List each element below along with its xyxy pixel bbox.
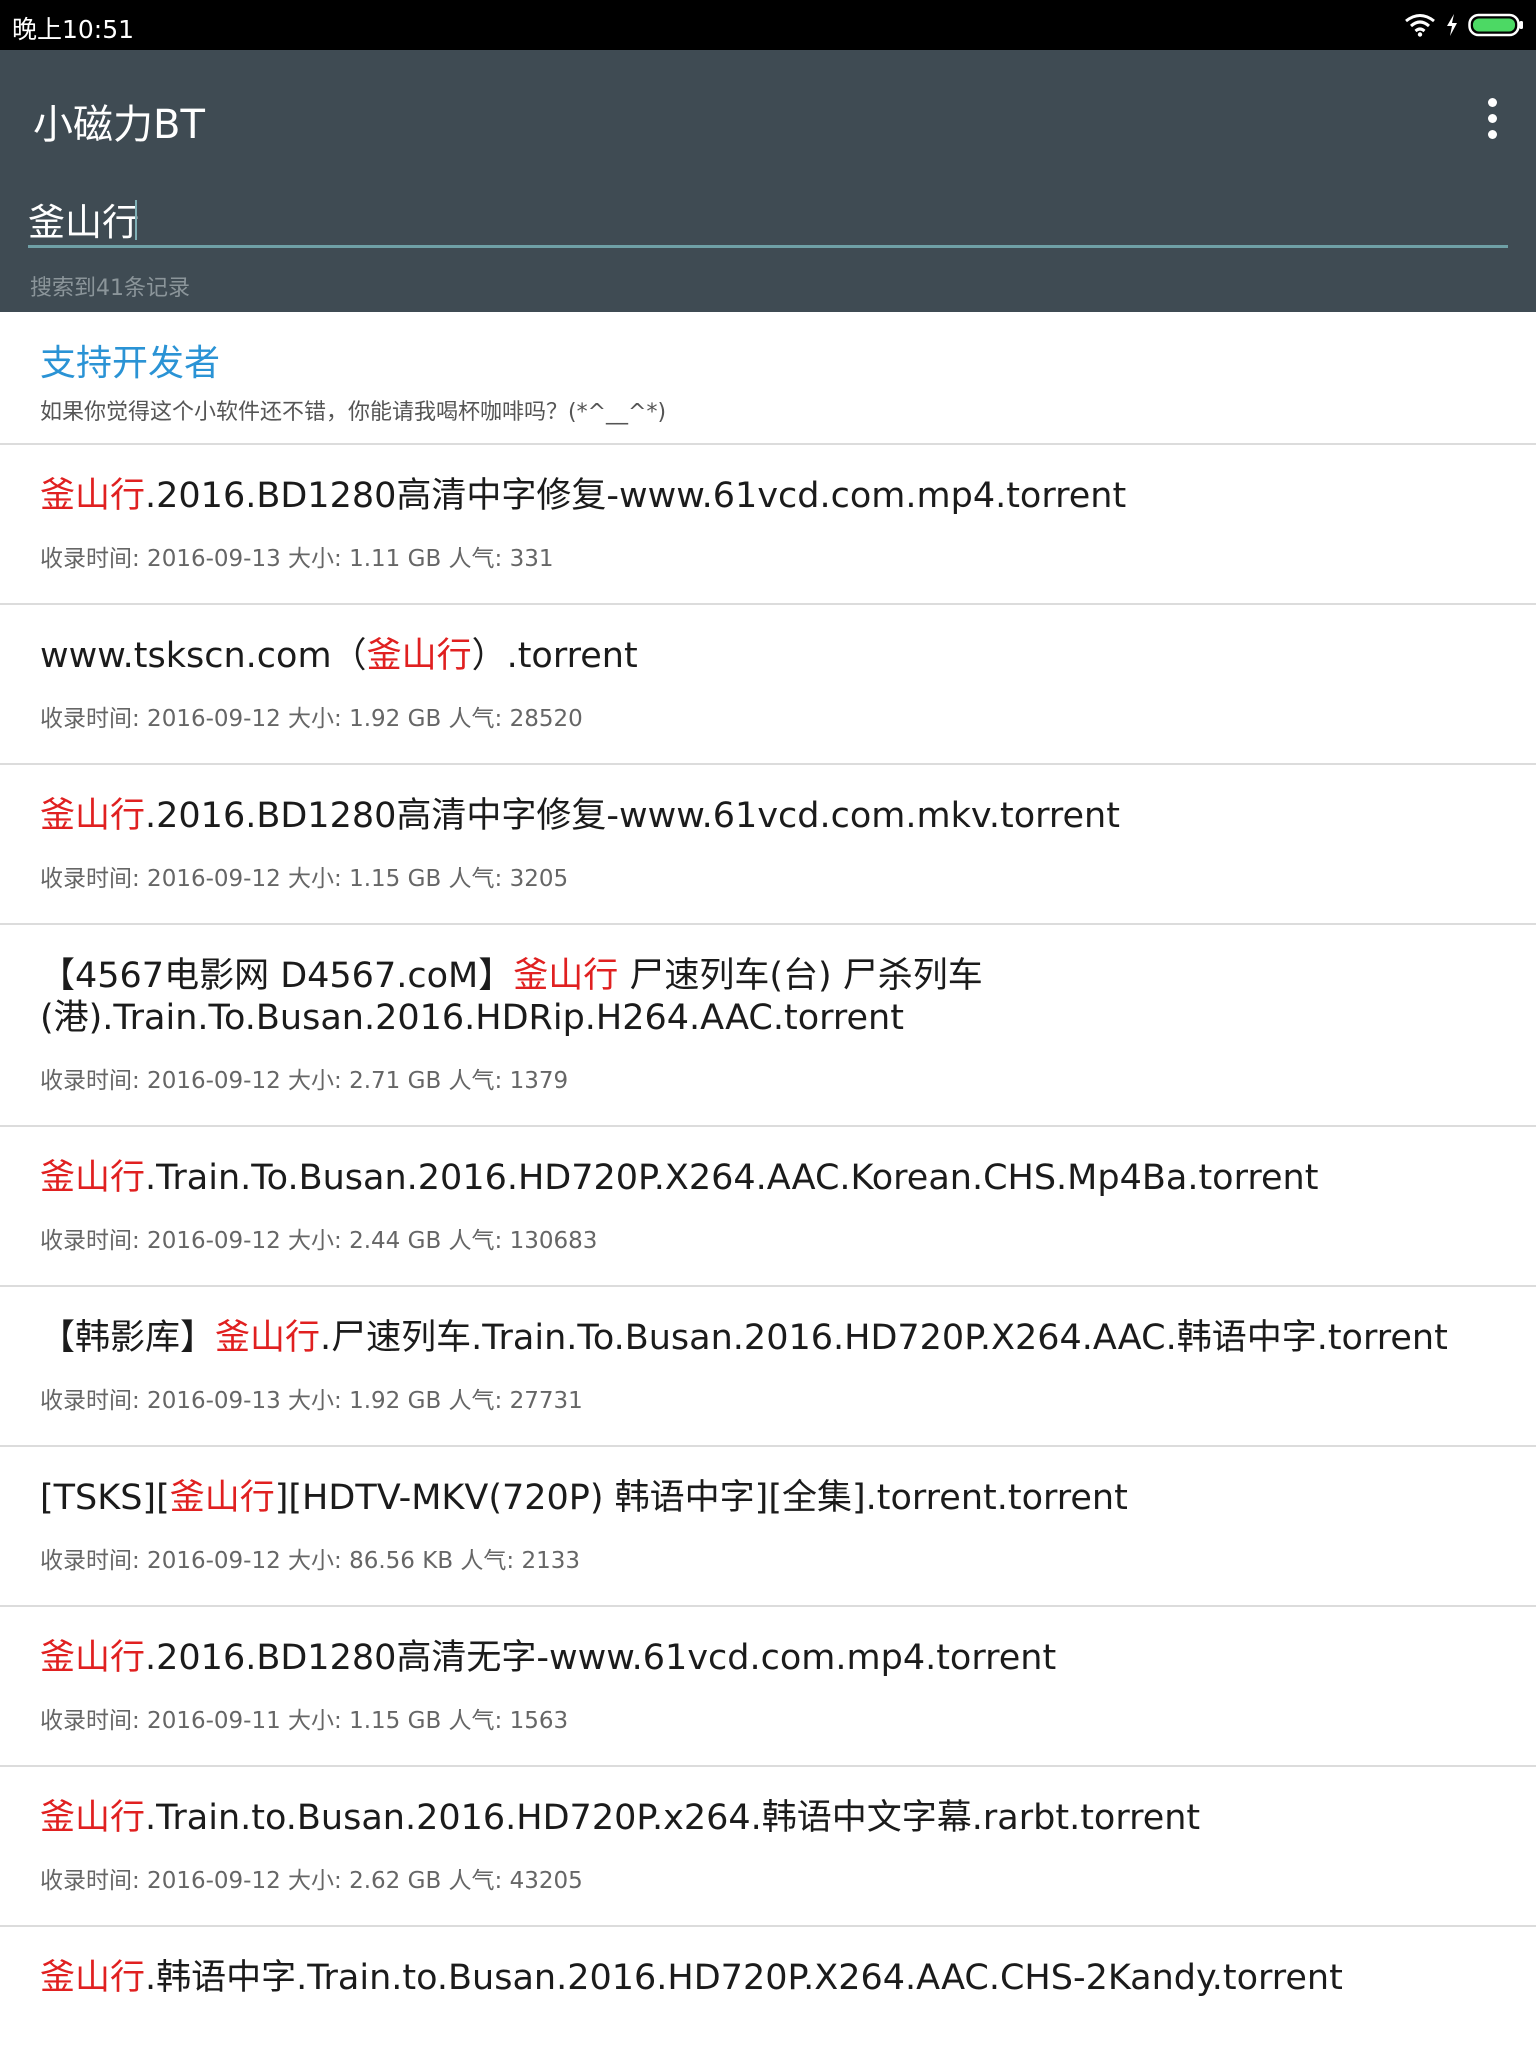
keyword-highlight: 釜山行 <box>40 1638 146 1678</box>
status-icons <box>1404 11 1524 39</box>
keyword-highlight: 釜山行 <box>169 1478 275 1518</box>
list-item[interactable]: 釜山行.韩语中字.Train.to.Busan.2016.HD720P.X264… <box>0 1927 1536 2048</box>
charging-icon <box>1447 14 1457 36</box>
wifi-icon <box>1405 14 1435 37</box>
text-caret <box>135 200 137 240</box>
list-item[interactable]: www.tskscn.com（釜山行）.torrent 收录时间: 2016-09… <box>0 605 1536 765</box>
result-title: 釜山行.Train.to.Busan.2016.HD720P.x264.韩语中文… <box>40 1767 1496 1839</box>
result-title: 釜山行.韩语中字.Train.to.Busan.2016.HD720P.X264… <box>40 1927 1496 1999</box>
result-title: 【韩影库】釜山行.尸速列车.Train.To.Busan.2016.HD720P… <box>40 1287 1496 1359</box>
result-title: www.tskscn.com（釜山行）.torrent <box>40 605 1496 677</box>
result-meta: 收录时间: 2016-09-12 大小: 86.56 KB 人气: 2133 <box>40 1548 581 1574</box>
list-item[interactable]: 釜山行.2016.BD1280高清无字-www.61vcd.com.mp4.to… <box>0 1607 1536 1767</box>
list-item[interactable]: 【4567电影网 D4567.coM】釜山行 尸速列车(台) 尸杀列车(港).T… <box>0 925 1536 1127</box>
result-title: 釜山行.2016.BD1280高清中字修复-www.61vcd.com.mkv.… <box>40 765 1496 837</box>
status-time: 晚上10:51 <box>12 15 135 44</box>
result-meta: 收录时间: 2016-09-12 大小: 2.71 GB 人气: 1379 <box>40 1068 569 1094</box>
app-bar: 小磁力BT 搜索到41条记录 <box>0 50 1536 312</box>
title-text: .2016.BD1280高清无字-www.61vcd.com.mp4.torre… <box>145 1638 1057 1678</box>
keyword-highlight: 釜山行 <box>40 476 146 516</box>
list-item[interactable]: 釜山行.2016.BD1280高清中字修复-www.61vcd.com.mp4.… <box>0 445 1536 605</box>
keyword-highlight: 釜山行 <box>40 796 146 836</box>
title-text: ）.torrent <box>471 636 638 676</box>
result-meta: 收录时间: 2016-09-12 大小: 1.92 GB 人气: 28520 <box>40 706 583 732</box>
title-text: ][HDTV-MKV(720P) 韩语中字][全集].torrent.torre… <box>274 1478 1128 1518</box>
title-text: 【韩影库】 <box>40 1318 216 1358</box>
search-result-count: 搜索到41条记录 <box>30 276 190 301</box>
app-title: 小磁力BT <box>33 102 205 148</box>
list-item[interactable]: 釜山行.Train.to.Busan.2016.HD720P.x264.韩语中文… <box>0 1767 1536 1927</box>
status-bar: 晚上10:51 <box>0 0 1536 50</box>
result-meta: 收录时间: 2016-09-13 大小: 1.11 GB 人气: 331 <box>40 546 554 572</box>
title-text: .尸速列车.Train.To.Busan.2016.HD720P.X264.AA… <box>320 1318 1448 1358</box>
result-list[interactable]: 支持开发者 如果你觉得这个小软件还不错，你能请我喝杯咖啡吗？(*^__^*) 釜… <box>0 312 1536 2048</box>
title-text: .Train.to.Busan.2016.HD720P.x264.韩语中文字幕.… <box>145 1798 1201 1838</box>
keyword-highlight: 釜山行 <box>513 956 619 996</box>
more-vert-icon[interactable] <box>1468 90 1516 146</box>
result-title: 釜山行.Train.To.Busan.2016.HD720P.X264.AAC.… <box>40 1127 1496 1199</box>
result-meta: 收录时间: 2016-09-13 大小: 1.92 GB 人气: 27731 <box>40 1388 583 1414</box>
result-title: 【4567电影网 D4567.coM】釜山行 尸速列车(台) 尸杀列车(港).T… <box>40 925 1496 1039</box>
result-title: 釜山行.2016.BD1280高清中字修复-www.61vcd.com.mp4.… <box>40 445 1496 517</box>
list-item[interactable]: 釜山行.2016.BD1280高清中字修复-www.61vcd.com.mkv.… <box>0 765 1536 925</box>
result-meta: 收录时间: 2016-09-12 大小: 1.15 GB 人气: 3205 <box>40 866 569 892</box>
search-input[interactable] <box>28 192 1508 248</box>
title-text: .韩语中字.Train.to.Busan.2016.HD720P.X264.AA… <box>145 1958 1343 1998</box>
battery-icon <box>1468 13 1523 37</box>
keyword-highlight: 釜山行 <box>366 636 472 676</box>
support-developer-card[interactable]: 支持开发者 如果你觉得这个小软件还不错，你能请我喝杯咖啡吗？(*^__^*) <box>0 312 1536 445</box>
title-text: .2016.BD1280高清中字修复-www.61vcd.com.mkv.tor… <box>145 796 1120 836</box>
title-text: .Train.To.Busan.2016.HD720P.X264.AAC.Kor… <box>145 1158 1319 1198</box>
result-title: [TSKS][釜山行][HDTV-MKV(720P) 韩语中字][全集].tor… <box>40 1447 1496 1519</box>
title-text: 【4567电影网 D4567.coM】 <box>40 956 514 996</box>
keyword-highlight: 釜山行 <box>40 1798 146 1838</box>
title-text: [TSKS][ <box>40 1478 170 1518</box>
result-meta: 收录时间: 2016-09-12 大小: 2.44 GB 人气: 130683 <box>40 1228 598 1254</box>
result-title: 釜山行.2016.BD1280高清无字-www.61vcd.com.mp4.to… <box>40 1607 1496 1679</box>
list-item[interactable]: 【韩影库】釜山行.尸速列车.Train.To.Busan.2016.HD720P… <box>0 1287 1536 1447</box>
support-description: 如果你觉得这个小软件还不错，你能请我喝杯咖啡吗？(*^__^*) <box>40 400 667 425</box>
result-meta: 收录时间: 2016-09-12 大小: 2.62 GB 人气: 43205 <box>40 1868 583 1894</box>
title-text: www.tskscn.com（ <box>40 636 367 676</box>
list-item[interactable]: 釜山行.Train.To.Busan.2016.HD720P.X264.AAC.… <box>0 1127 1536 1287</box>
title-text: .2016.BD1280高清中字修复-www.61vcd.com.mp4.tor… <box>145 476 1127 516</box>
support-title[interactable]: 支持开发者 <box>40 334 220 386</box>
keyword-highlight: 釜山行 <box>40 1958 146 1998</box>
list-item[interactable]: [TSKS][釜山行][HDTV-MKV(720P) 韩语中字][全集].tor… <box>0 1447 1536 1607</box>
result-meta: 收录时间: 2016-09-11 大小: 1.15 GB 人气: 1563 <box>40 1708 569 1734</box>
result-meta <box>40 2021 1496 2048</box>
keyword-highlight: 釜山行 <box>215 1318 321 1358</box>
keyword-highlight: 釜山行 <box>40 1158 146 1198</box>
